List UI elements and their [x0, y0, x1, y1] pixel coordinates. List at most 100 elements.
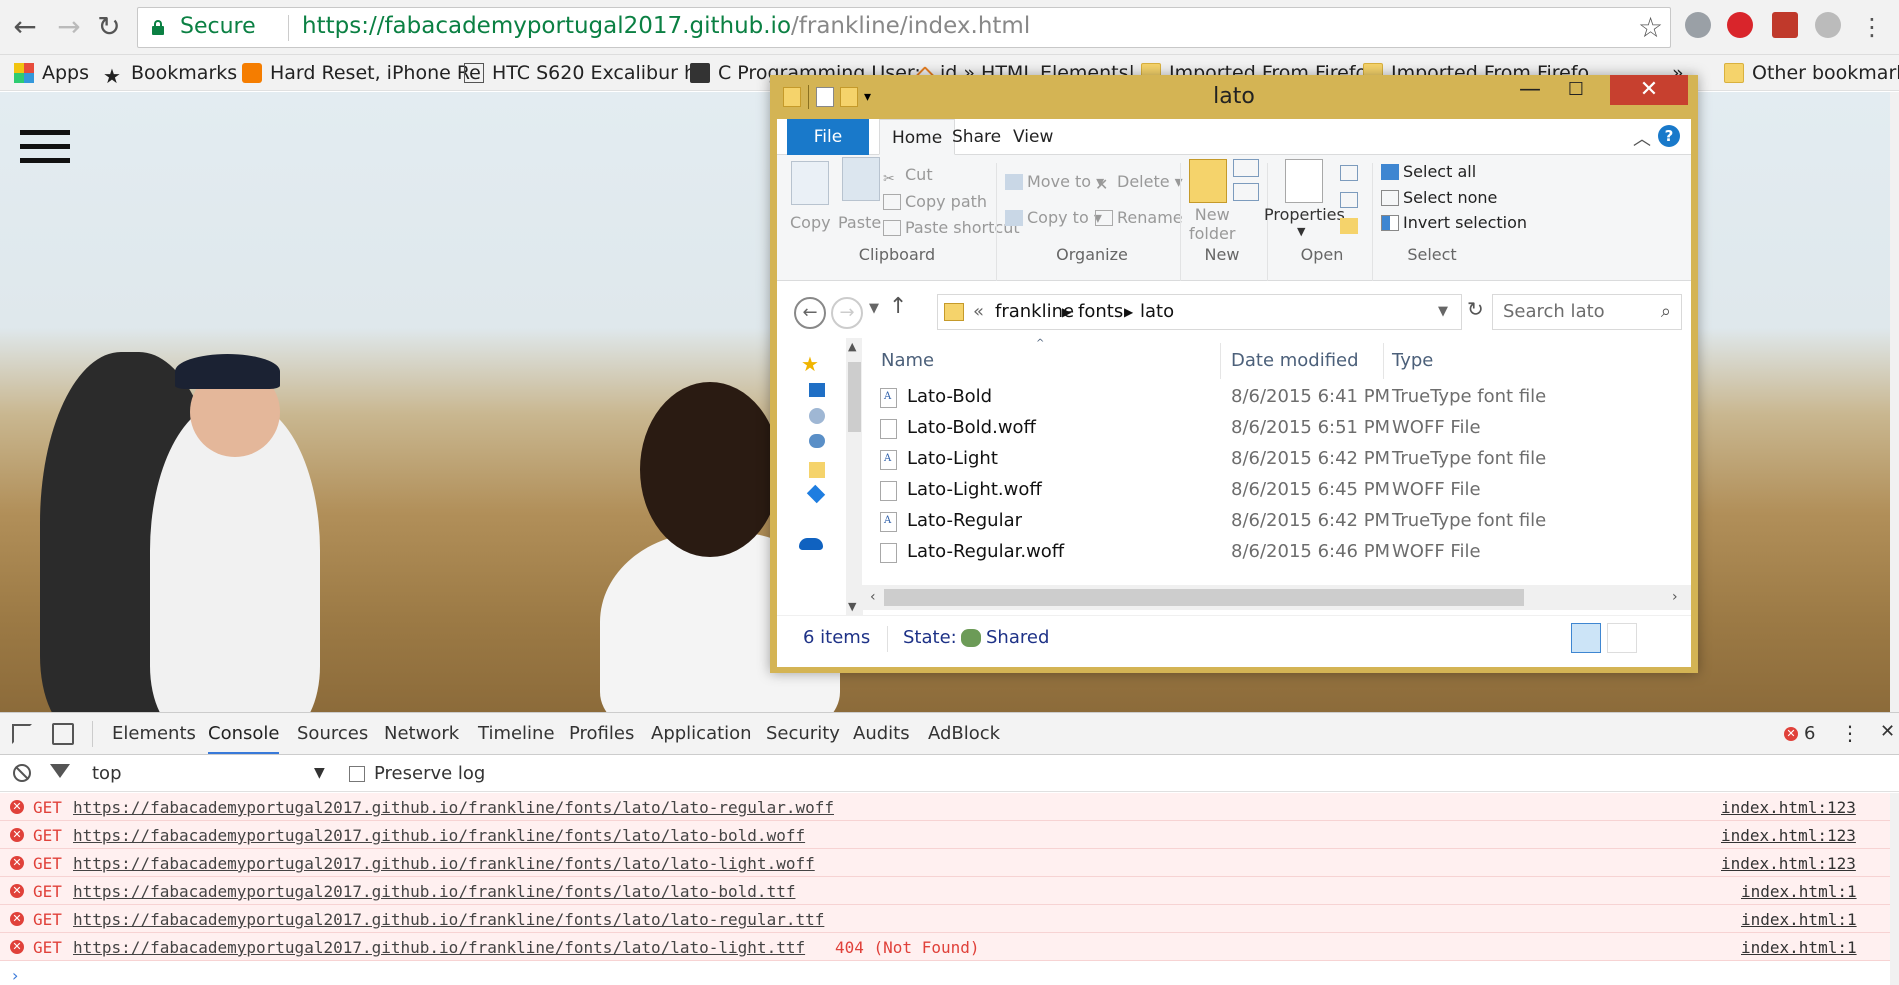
- open-icon[interactable]: [1340, 165, 1358, 181]
- source-link[interactable]: index.html:1: [1741, 910, 1857, 929]
- clear-console-icon[interactable]: [13, 764, 31, 782]
- details-view-icon[interactable]: [1571, 623, 1601, 653]
- request-url-link[interactable]: https://fabacademyportugal2017.github.io…: [73, 854, 815, 873]
- tab-file[interactable]: File: [787, 119, 869, 155]
- tab-view[interactable]: View: [1001, 119, 1065, 155]
- refresh-icon[interactable]: ↻: [1467, 297, 1484, 321]
- other-bookmarks[interactable]: Other bookmarks: [1724, 59, 1899, 87]
- tab-application[interactable]: Application: [651, 723, 752, 744]
- scroll-up-icon[interactable]: ▲: [848, 340, 856, 353]
- tab-security[interactable]: Security: [766, 723, 840, 744]
- address-path[interactable]: « frankline ▶ fonts ▶ lato ▼: [937, 294, 1462, 330]
- request-url-link[interactable]: https://fabacademyportugal2017.github.io…: [73, 882, 795, 901]
- crumb-fonts[interactable]: fonts: [1078, 301, 1123, 322]
- request-url-link[interactable]: https://fabacademyportugal2017.github.io…: [73, 798, 834, 817]
- onedrive-icon[interactable]: [799, 538, 823, 550]
- request-url-link[interactable]: https://fabacademyportugal2017.github.io…: [73, 910, 824, 929]
- source-link[interactable]: index.html:123: [1721, 854, 1856, 873]
- minimize-icon[interactable]: —: [1508, 75, 1552, 105]
- address-bar[interactable]: Secure https://fabacademyportugal2017.gi…: [137, 7, 1671, 48]
- explorer-titlebar[interactable]: ▾ lato — ☐ ✕: [770, 75, 1698, 119]
- file-row[interactable]: Lato-Regular.woff 8/6/2015 6:46 PM WOFF Fi…: [862, 537, 1691, 568]
- bookmark-apps[interactable]: Apps: [14, 59, 89, 87]
- page-scrollbar[interactable]: [1890, 92, 1899, 712]
- nav-scrollbar[interactable]: ▲ ▼: [846, 338, 863, 618]
- path-dropdown-icon[interactable]: ▼: [1438, 304, 1448, 319]
- console-prompt-icon[interactable]: ›: [12, 966, 18, 985]
- preserve-log-checkbox[interactable]: [349, 766, 365, 782]
- tab-sources[interactable]: Sources: [297, 723, 368, 744]
- properties-button[interactable]: Properties: [1264, 205, 1345, 224]
- request-url-link[interactable]: https://fabacademyportugal2017.github.io…: [73, 938, 805, 957]
- tab-console[interactable]: Console: [208, 723, 280, 754]
- tab-adblock[interactable]: AdBlock: [928, 723, 1000, 744]
- large-icons-view-icon[interactable]: [1607, 623, 1637, 653]
- device-mode-icon[interactable]: [52, 723, 74, 745]
- collapse-ribbon-icon[interactable]: ︿: [1633, 125, 1651, 151]
- error-count[interactable]: 6: [1804, 723, 1815, 744]
- pdf-icon[interactable]: [1772, 12, 1798, 38]
- help-icon[interactable]: ?: [1658, 125, 1680, 147]
- copy-button[interactable]: Copy: [790, 213, 831, 232]
- network-icon[interactable]: [809, 434, 825, 448]
- tab-elements[interactable]: Elements: [112, 723, 196, 744]
- paste-shortcut-button[interactable]: Paste shortcut: [883, 218, 1020, 237]
- search-input[interactable]: Search lato ⌕: [1492, 294, 1682, 330]
- reload-icon[interactable]: ↻: [92, 10, 126, 44]
- column-date-modified[interactable]: Date modified: [1231, 350, 1359, 371]
- folder-icon[interactable]: [809, 462, 825, 478]
- forward-icon[interactable]: →: [52, 10, 86, 44]
- source-link[interactable]: index.html:1: [1741, 882, 1857, 901]
- bookmark-hard-reset[interactable]: Hard Reset, iPhone Re: [242, 59, 481, 87]
- crumb-chevron-icon[interactable]: ▶: [1062, 305, 1071, 319]
- request-url-link[interactable]: https://fabacademyportugal2017.github.io…: [73, 826, 805, 845]
- homegroup-icon[interactable]: [809, 408, 825, 424]
- tab-profiles[interactable]: Profiles: [569, 723, 634, 744]
- tab-audits[interactable]: Audits: [853, 723, 910, 744]
- tab-network[interactable]: Network: [384, 723, 459, 744]
- column-name[interactable]: Name: [881, 350, 934, 371]
- copy-path-button[interactable]: Copy path: [883, 192, 987, 211]
- forward-icon[interactable]: →: [831, 297, 863, 329]
- move-to-button[interactable]: Move to ▾: [1005, 172, 1104, 191]
- opera-icon[interactable]: [1727, 12, 1753, 38]
- source-link[interactable]: index.html:1: [1741, 938, 1857, 957]
- file-row[interactable]: Lato-Light.woff 8/6/2015 6:45 PM WOFF File: [862, 475, 1691, 506]
- menu-dots-icon[interactable]: ⋮: [1855, 10, 1889, 44]
- crumb-lato[interactable]: lato: [1140, 301, 1174, 322]
- source-link[interactable]: index.html:123: [1721, 798, 1856, 817]
- path-overflow[interactable]: «: [973, 301, 984, 322]
- new-folder-button[interactable]: New folder: [1189, 205, 1235, 243]
- quick-access-star-icon[interactable]: ★: [801, 352, 819, 376]
- cut-button[interactable]: ✂ Cut: [883, 165, 933, 187]
- copy-to-button[interactable]: Copy to ▾: [1005, 208, 1102, 227]
- invert-selection-button[interactable]: Invert selection: [1381, 213, 1527, 232]
- tab-timeline[interactable]: Timeline: [478, 723, 555, 744]
- new-item-icon[interactable]: [1233, 159, 1259, 177]
- bookmark-star-icon[interactable]: ☆: [1638, 11, 1663, 44]
- history-icon[interactable]: [1340, 218, 1358, 234]
- wot-icon[interactable]: [1815, 12, 1841, 38]
- crumb-chevron-icon[interactable]: ▶: [1124, 305, 1133, 319]
- maximize-icon[interactable]: ☐: [1554, 75, 1598, 105]
- column-type[interactable]: Type: [1392, 350, 1433, 371]
- file-row[interactable]: Lato-Regular 8/6/2015 6:42 PMTrueType fon…: [862, 506, 1691, 537]
- source-link[interactable]: index.html:123: [1721, 826, 1856, 845]
- context-select[interactable]: top: [92, 763, 122, 784]
- extension-globe-icon[interactable]: [1685, 12, 1711, 38]
- filter-icon[interactable]: [50, 764, 70, 778]
- bookmark-bookmarks[interactable]: ★ Bookmarks: [103, 59, 237, 87]
- properties-dropdown-icon[interactable]: ▼: [1297, 225, 1305, 238]
- file-row[interactable]: Lato-Bold 8/6/2015 6:41 PMTrueType font f…: [862, 382, 1691, 413]
- dropbox-icon[interactable]: [806, 484, 826, 504]
- easy-access-icon[interactable]: [1233, 183, 1259, 201]
- scroll-thumb[interactable]: [884, 589, 1524, 606]
- rename-button[interactable]: Rename: [1095, 208, 1183, 227]
- devtools-close-icon[interactable]: ✕: [1880, 721, 1895, 742]
- devtools-menu-icon[interactable]: ⋮: [1840, 721, 1860, 745]
- recent-locations-icon[interactable]: ▼: [869, 301, 879, 316]
- horizontal-scrollbar[interactable]: ‹ ›: [862, 585, 1691, 610]
- bookmark-htc[interactable]: HTC S620 Excalibur ha: [464, 59, 708, 87]
- file-row[interactable]: Lato-Light 8/6/2015 6:42 PMTrueType font …: [862, 444, 1691, 475]
- context-dropdown-icon[interactable]: ▼: [314, 765, 325, 781]
